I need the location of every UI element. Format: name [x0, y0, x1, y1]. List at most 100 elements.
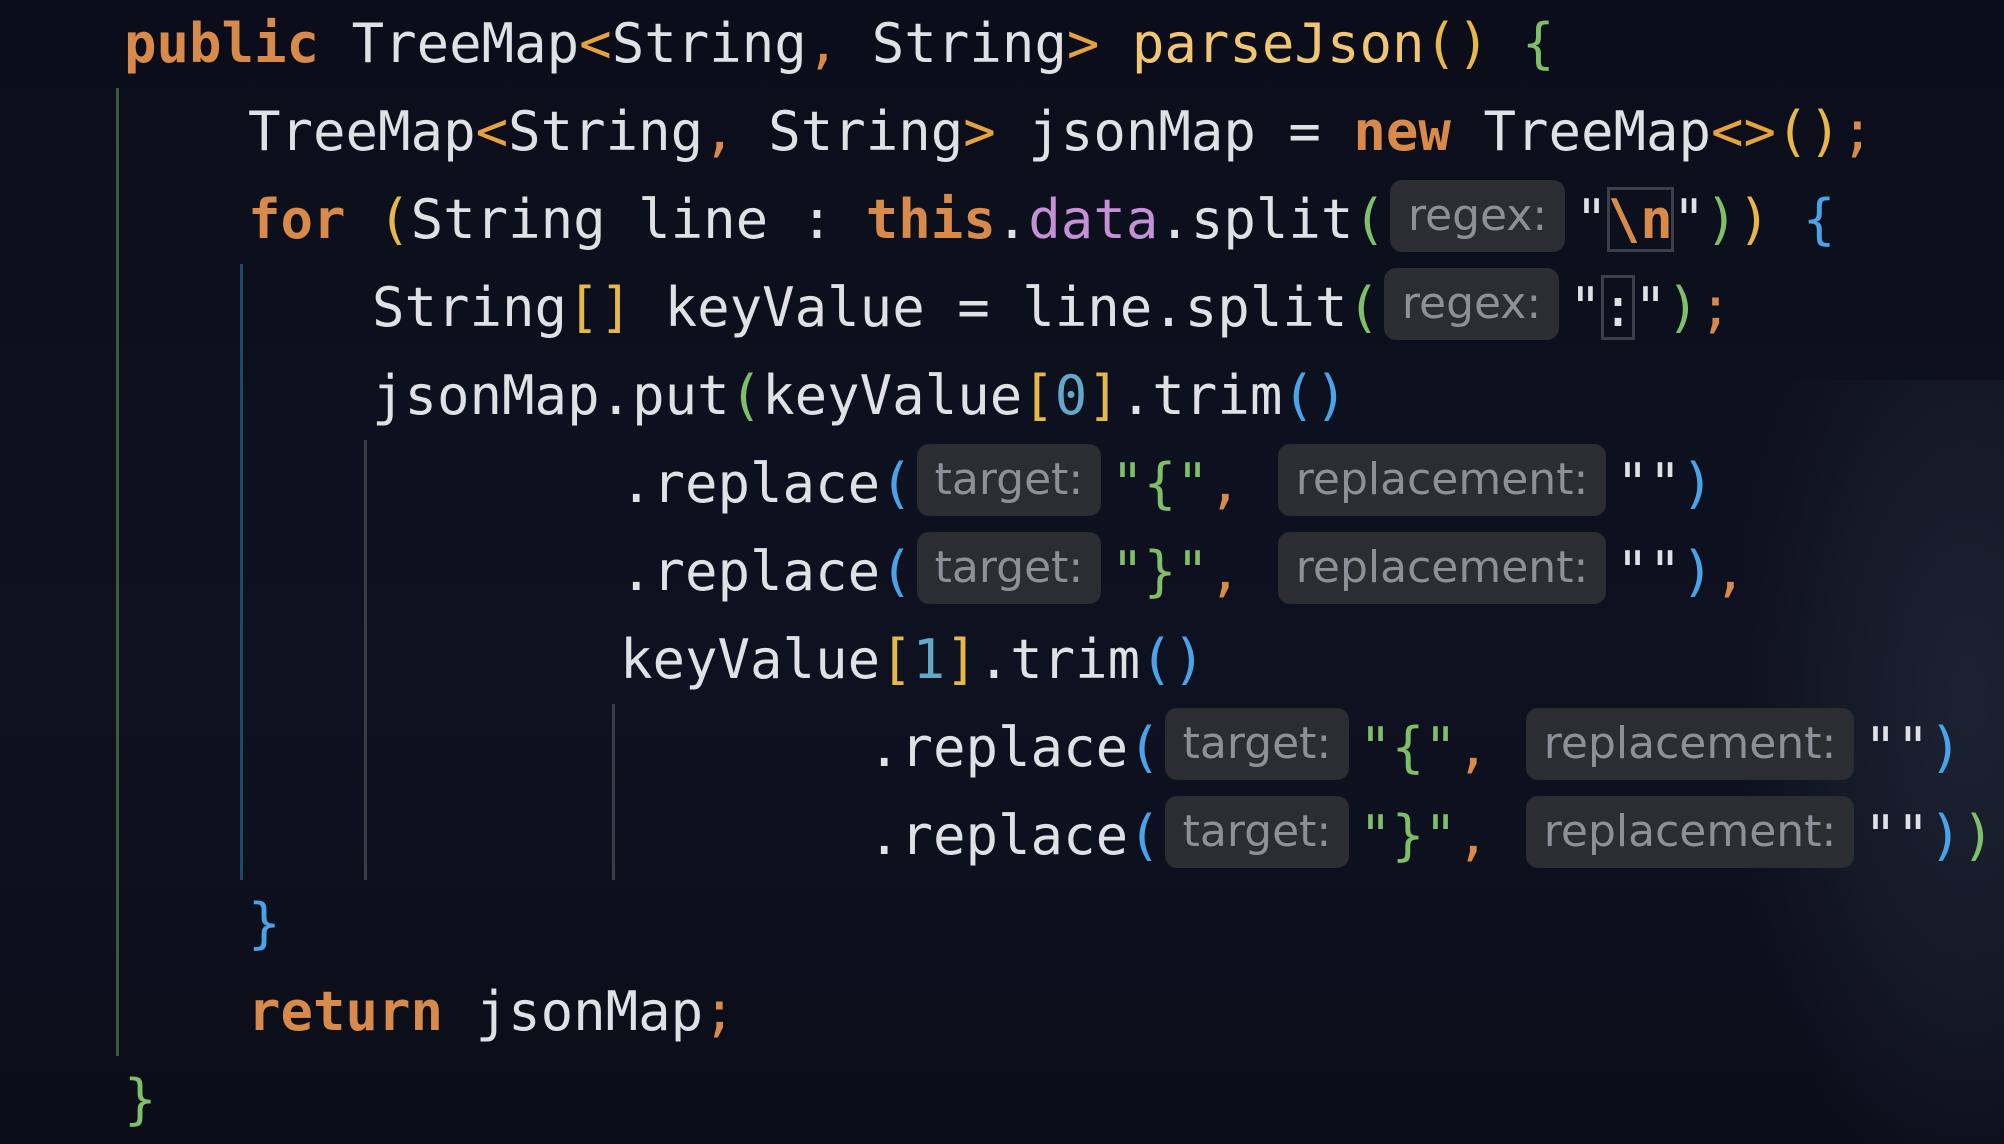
string-quote: ": [1672, 188, 1706, 251]
method-replace: .replace: [868, 716, 1129, 779]
string-literal: "{": [1111, 452, 1209, 515]
parameter-hint-target: target:: [1164, 708, 1350, 780]
index-number: 0: [1054, 364, 1088, 427]
call-paren-close: ): [1705, 188, 1738, 251]
code-line-8[interactable]: keyValue[1].trim(): [620, 616, 1205, 704]
comma: ,: [1456, 804, 1490, 867]
code-line-2[interactable]: TreeMap<String, String> jsonMap = new Tr…: [248, 88, 1874, 176]
code-line-7[interactable]: .replace(target: "}", replacement: ""),: [620, 528, 1746, 616]
code-editor[interactable]: public TreeMap<String, String> parseJson…: [0, 0, 2004, 1144]
call-paren-close: ): [1666, 276, 1700, 339]
parens: (): [1424, 12, 1490, 75]
type-name: String: [735, 100, 964, 163]
string-literal: "}": [1111, 540, 1209, 603]
semicolon: ;: [1994, 804, 2004, 867]
parameter-hint-regex: regex:: [1383, 268, 1560, 340]
diamond-operator: <>: [1711, 100, 1777, 163]
argument: keyValue: [620, 628, 881, 691]
indent-guide-put-second: [612, 704, 615, 880]
angle-bracket: <: [579, 12, 612, 75]
string-quote: ": [1575, 188, 1608, 251]
code-line-5[interactable]: jsonMap.put(keyValue[0].trim(): [372, 352, 1347, 440]
comma: ,: [1713, 540, 1747, 603]
code-line-3[interactable]: for (String line : this.data.split(regex…: [248, 176, 1835, 264]
variable-declaration: keyValue = line.split: [632, 276, 1348, 339]
semicolon: ;: [1841, 100, 1874, 163]
call-paren-open: (: [729, 364, 763, 427]
code-line-9[interactable]: .replace(target: "{", replacement: ""): [868, 704, 1962, 792]
parens: (): [1140, 628, 1206, 691]
parameter-hint-target: target:: [916, 532, 1102, 604]
call-paren-open: (: [1347, 276, 1380, 339]
index-bracket: ]: [945, 628, 978, 691]
code-line-11[interactable]: }: [248, 880, 281, 968]
outer-paren-close: ): [1961, 804, 1995, 867]
index-number: 1: [912, 628, 946, 691]
keyword-return: return: [248, 980, 444, 1043]
angle-bracket: >: [1066, 12, 1100, 75]
parameter-hint-target: target:: [1164, 796, 1350, 868]
call-paren-open: (: [1128, 716, 1161, 779]
string-literal: "{": [1359, 716, 1457, 779]
comma: ,: [806, 12, 840, 75]
string-literal: "": [1616, 540, 1682, 603]
call-paren-close: ): [1929, 716, 1962, 779]
dot: .: [995, 188, 1029, 251]
string-colon: :: [1600, 275, 1636, 340]
string-literal: "": [1616, 452, 1682, 515]
parameter-hint-replacement: replacement:: [1277, 444, 1607, 516]
string-literal: "}": [1359, 804, 1457, 867]
parameter-hint-replacement: replacement:: [1525, 796, 1855, 868]
angle-bracket: >: [963, 100, 996, 163]
type-name: String: [839, 12, 1067, 75]
method-trim: .trim: [1119, 364, 1283, 427]
parameter-hint-replacement: replacement:: [1525, 708, 1855, 780]
call-paren-close: ): [1929, 804, 1962, 867]
type-name: String: [508, 100, 704, 163]
method-replace: .replace: [620, 540, 881, 603]
call-paren-open: (: [1353, 188, 1386, 251]
parens: (): [1282, 364, 1348, 427]
keyword-new: new: [1353, 100, 1451, 163]
brace-close: }: [248, 892, 281, 955]
code-line-1[interactable]: public TreeMap<String, String> parseJson…: [124, 0, 1555, 88]
return-variable: jsonMap: [443, 980, 704, 1043]
angle-bracket: <: [475, 100, 509, 163]
paren-close: ): [1737, 188, 1771, 251]
comma: ,: [703, 100, 736, 163]
code-line-10[interactable]: .replace(target:"}", replacement:""));: [868, 792, 2004, 880]
escape-sequence: \n: [1606, 187, 1674, 252]
call-paren-open: (: [880, 452, 913, 515]
comma: ,: [1456, 716, 1490, 779]
method-call: jsonMap.put: [372, 364, 730, 427]
index-bracket: [: [880, 628, 913, 691]
field-data: data: [1028, 188, 1159, 251]
brace-close: }: [124, 1068, 157, 1131]
code-line-6[interactable]: .replace(target: "{", replacement: ""): [620, 440, 1714, 528]
variable-declaration: jsonMap =: [995, 100, 1354, 163]
call-paren-open: (: [880, 540, 913, 603]
type-name: TreeMap: [351, 12, 580, 75]
string-literal: "": [1864, 804, 1930, 867]
argument: keyValue: [762, 364, 1023, 427]
index-bracket: [: [1022, 364, 1055, 427]
code-line-12[interactable]: return jsonMap;: [248, 968, 736, 1056]
string-quote: ": [1569, 276, 1602, 339]
indent-guide-put-first: [364, 440, 367, 880]
comma: ,: [1208, 540, 1242, 603]
method-replace: .replace: [868, 804, 1129, 867]
type-name: TreeMap: [248, 100, 476, 163]
call-paren-close: ): [1681, 452, 1714, 515]
parameter-hint-replacement: replacement:: [1277, 532, 1607, 604]
constructor-name: TreeMap: [1450, 100, 1712, 163]
brace-open: {: [1802, 188, 1836, 251]
array-brackets: []: [567, 276, 633, 339]
indent-guide-method: [116, 88, 119, 1056]
type-name: String: [611, 12, 807, 75]
code-line-13[interactable]: }: [124, 1056, 157, 1144]
call-paren-close: ): [1681, 540, 1714, 603]
semicolon: ;: [703, 980, 736, 1043]
code-line-4[interactable]: String[] keyValue = line.split(regex: ":"…: [372, 264, 1732, 352]
string-literal: "": [1864, 716, 1930, 779]
keyword-for: for: [248, 188, 346, 251]
